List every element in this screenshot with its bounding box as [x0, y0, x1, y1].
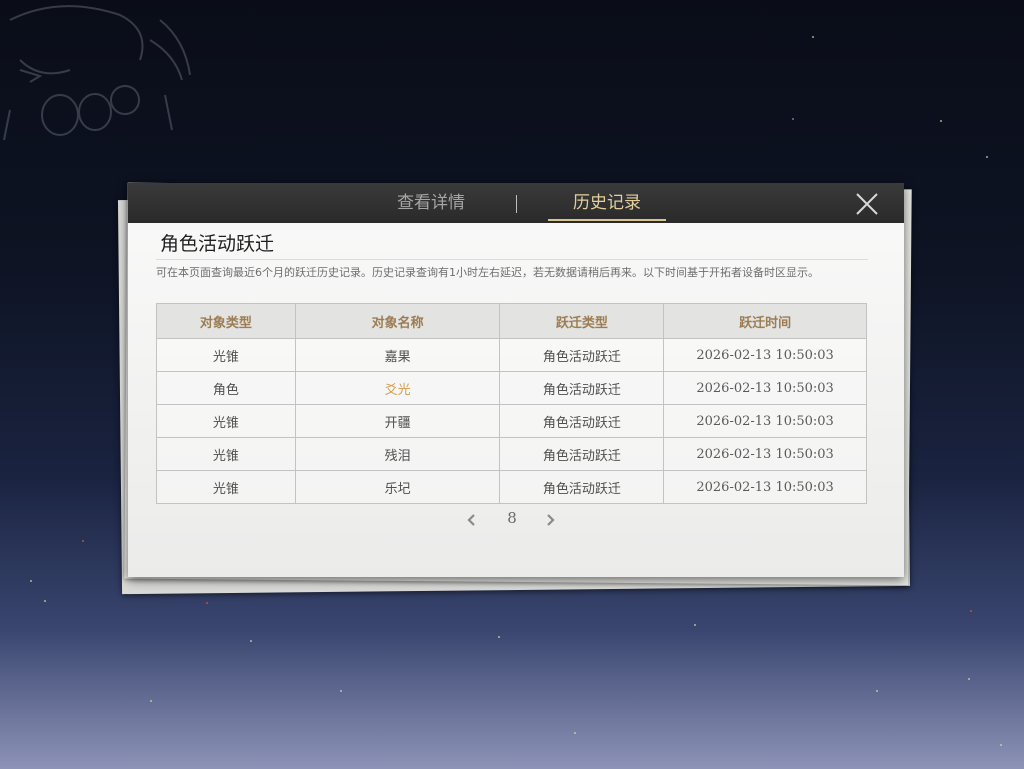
table-row: 角色 爻光 角色活动跃迁 2026-02-13 10:50:03: [156, 371, 867, 405]
cell-item-name: 乐圮: [294, 470, 501, 504]
cell-warp-type: 角色活动跃迁: [499, 437, 665, 471]
cell-warp-time: 2026-02-13 10:50:03: [663, 371, 867, 405]
table-row: 光锥 开疆 角色活动跃迁 2026-02-13 10:50:03: [156, 404, 867, 438]
cell-warp-time: 2026-02-13 10:50:03: [663, 338, 867, 372]
cell-item-name: 残泪: [294, 437, 501, 471]
previous-page-button[interactable]: [464, 512, 480, 528]
section-title: 角色活动跃迁: [160, 233, 275, 255]
close-button[interactable]: [854, 191, 880, 217]
cell-warp-time: 2026-02-13 10:50:03: [663, 404, 867, 438]
cell-item-name: 爻光: [294, 371, 501, 405]
column-header-item-name: 对象名称: [294, 303, 501, 339]
tab-view-details[interactable]: 查看详情: [376, 191, 486, 219]
cell-item-type: 光锥: [156, 404, 296, 438]
table-header-row: 对象类型 对象名称 跃迁类型 跃迁时间: [156, 303, 867, 339]
next-page-button[interactable]: [542, 512, 558, 528]
pagination: 8: [458, 509, 568, 531]
cell-item-name: 嘉果: [294, 338, 501, 372]
cell-item-type: 光锥: [156, 437, 296, 471]
current-page-number: 8: [507, 509, 517, 527]
column-header-warp-type: 跃迁类型: [499, 303, 665, 339]
cell-warp-type: 角色活动跃迁: [499, 338, 665, 372]
close-icon: [856, 193, 878, 215]
cell-warp-type: 角色活动跃迁: [499, 371, 665, 405]
chevron-left-icon: [467, 514, 475, 526]
warp-history-dialog: 查看详情 历史记录 角色活动跃迁 可在本页面查询最近6个月的跃迁历史记录。历史记…: [128, 183, 904, 577]
mascot-line-art: [3, 5, 191, 141]
table-row: 光锥 乐圮 角色活动跃迁 2026-02-13 10:50:03: [156, 470, 867, 504]
table-row: 光锥 嘉果 角色活动跃迁 2026-02-13 10:50:03: [156, 338, 867, 372]
column-header-item-type: 对象类型: [156, 303, 296, 339]
column-header-warp-time: 跃迁时间: [663, 303, 867, 339]
cell-warp-type: 角色活动跃迁: [499, 470, 665, 504]
table-row: 光锥 残泪 角色活动跃迁 2026-02-13 10:50:03: [156, 437, 867, 471]
tab-history[interactable]: 历史记录: [548, 191, 666, 221]
chevron-right-icon: [547, 514, 555, 526]
cell-warp-time: 2026-02-13 10:50:03: [663, 437, 867, 471]
cell-item-name: 开疆: [294, 404, 501, 438]
cell-warp-type: 角色活动跃迁: [499, 404, 665, 438]
cell-item-type: 光锥: [156, 470, 296, 504]
dialog-header: 查看详情 历史记录: [128, 183, 904, 223]
history-table: 对象类型 对象名称 跃迁类型 跃迁时间 光锥 嘉果 角色活动跃迁 2026-02…: [156, 303, 867, 504]
cell-item-type: 光锥: [156, 338, 296, 372]
tab-divider: [516, 195, 517, 213]
cell-warp-time: 2026-02-13 10:50:03: [663, 470, 867, 504]
cell-item-type: 角色: [156, 371, 296, 405]
notice-text: 可在本页面查询最近6个月的跃迁历史记录。历史记录查询有1小时左右延迟，若无数据请…: [156, 266, 819, 279]
title-divider: [156, 259, 868, 260]
